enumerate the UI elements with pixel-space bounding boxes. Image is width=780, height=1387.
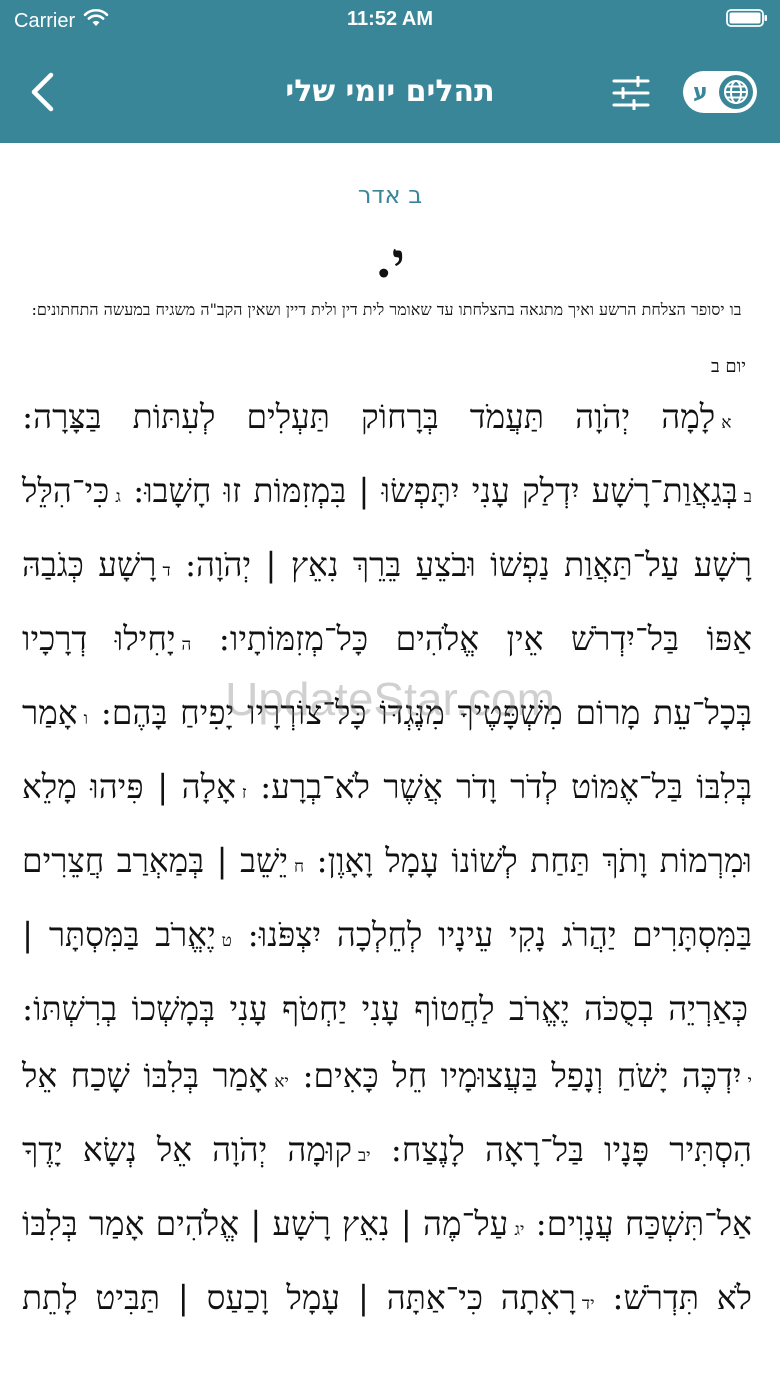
verse: ייִדְכֶּה יָשֹׁחַ וְנָפַל בַּעֲצוּמָיו ח… bbox=[289, 1056, 752, 1095]
verse-number: ט bbox=[221, 931, 232, 951]
verse-number: א bbox=[721, 413, 732, 433]
chapter-number: י. bbox=[375, 233, 405, 289]
verse-text: יִדְכֶּה יָשֹׁחַ וְנָפַל בַּעֲצוּמָיו חֵ… bbox=[302, 1056, 742, 1095]
verse-number: ז bbox=[241, 783, 247, 803]
verse-number: י bbox=[747, 1072, 752, 1092]
verse-number: יב bbox=[357, 1146, 371, 1166]
battery-icon bbox=[726, 9, 768, 27]
hebrew-letter-label: ע bbox=[693, 79, 708, 105]
psalm-content[interactable]: ב אדר י. בו יסופר הצלחת הרשע ואיך מתגאה … bbox=[0, 143, 780, 1387]
sliders-icon bbox=[612, 76, 650, 110]
chapter-summary: בו יסופר הצלחת הרשע ואיך מתגאה בהצלחתו ע… bbox=[31, 300, 742, 319]
navigation-bar: תהלים יומי שלי ע bbox=[0, 50, 780, 140]
back-button[interactable] bbox=[22, 67, 62, 117]
verse-number: ב bbox=[743, 487, 752, 507]
day-label: יום ב bbox=[711, 356, 746, 377]
verse-text: רָאִתָה כִּי־אַתָּה | עָמָל וָכַעַס | תַ… bbox=[22, 1278, 576, 1317]
verse: ידרָאִתָה כִּי־אַתָּה | עָמָל וָכַעַס | … bbox=[22, 1278, 595, 1317]
settings-sliders-button[interactable] bbox=[608, 70, 654, 116]
verse: אלָמָה יְהֹוָה תַּעֲמֹד בְּרָחוֹק תַּעְל… bbox=[22, 397, 731, 436]
status-time: 11:52 AM bbox=[347, 8, 433, 30]
verses-text: אלָמָה יְהֹוָה תַּעֲמֹד בְּרָחוֹק תַּעְל… bbox=[22, 383, 752, 1338]
chevron-left-icon bbox=[31, 72, 54, 112]
verse-text: בְּגַאֲוַת־רָשָׁע יִדְלַק עָנִי יִתָּפְש… bbox=[133, 471, 738, 510]
verse-number: ה bbox=[181, 635, 192, 655]
verse-text: לָמָה יְהֹוָה תַּעֲמֹד בְּרָחוֹק תַּעְלִ… bbox=[22, 397, 716, 436]
verse-number: ד bbox=[162, 561, 171, 581]
page-title: תהלים יומי שלי bbox=[285, 74, 495, 109]
language-toggle[interactable]: ע bbox=[683, 71, 757, 113]
app-header: Carrier 11:52 AM תהלים יומי שלי ע bbox=[0, 0, 780, 143]
globe-icon bbox=[719, 75, 753, 109]
hebrew-date: ב אדר bbox=[357, 181, 423, 209]
verse-number: ח bbox=[294, 857, 305, 877]
verse-number: יד bbox=[581, 1294, 595, 1314]
verse-number: יג bbox=[514, 1220, 525, 1240]
status-bar: Carrier 11:52 AM bbox=[0, 0, 780, 40]
verse: בבְּגַאֲוַת־רָשָׁע יִדְלַק עָנִי יִתָּפְ… bbox=[121, 471, 752, 510]
verse-number: יא bbox=[274, 1072, 289, 1092]
